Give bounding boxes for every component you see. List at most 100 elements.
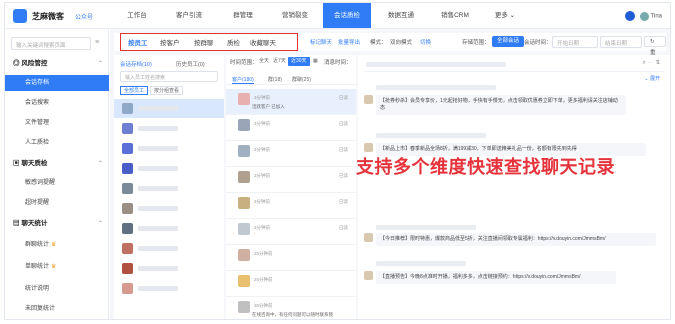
chat-message: 【今日推荐】限时特惠，爆款商品低至5折，关注直播间领取专属福利：https://… (376, 233, 656, 246)
sender-line-blurred (376, 261, 466, 266)
sidebar-item-label: 单聊统计 (25, 264, 50, 270)
staff-panel: 会话存档(10) 历史员工(0) 输入员工姓名搜索 全部员工 按分组查看 (114, 55, 224, 319)
batch-export-link[interactable]: 批量导出 (338, 38, 360, 46)
date-range-start[interactable]: 开始日期 (552, 36, 598, 48)
sidebar-item-chat-search[interactable]: 会话搜索 (5, 95, 109, 111)
avatar (122, 163, 133, 174)
avatar (238, 249, 250, 261)
staff-row[interactable] (114, 119, 224, 138)
staff-row[interactable] (114, 159, 224, 178)
staff-name-blurred (138, 166, 178, 171)
sidebar-group-risk-control[interactable]: ◎ 风险管控 ⌃ (5, 57, 109, 71)
customer-row[interactable]: 25分钟前 (226, 271, 356, 297)
collapse-sidebar-icon[interactable]: ≡ (95, 39, 99, 46)
customer-time: 25分钟前 (254, 251, 273, 256)
staff-row[interactable] (114, 139, 224, 158)
avatar (238, 145, 250, 157)
tab-inspection[interactable]: 质检 (227, 37, 240, 47)
nav-item-data-sync[interactable]: 数据互通 (377, 3, 425, 28)
tab-by-customer[interactable]: 按客户 (160, 37, 180, 47)
staff-tab-history[interactable]: 历史员工(0) (176, 60, 205, 68)
customer-row[interactable]: 25分钟前 在线咨询中，有任何问题可以随时联系我 (226, 297, 356, 319)
tab-customers[interactable]: 客户(180) (232, 76, 254, 84)
brand-subtitle[interactable]: 公众号 (75, 12, 93, 21)
mode-value: 双向模式 (390, 40, 413, 46)
sidebar-item-private-chat-stats[interactable]: 单聊统计 ♛ (5, 259, 109, 275)
customer-row[interactable]: 3分钟前 已读 (226, 167, 356, 193)
staff-row[interactable] (114, 179, 224, 198)
customer-time: 3分钟前 (254, 173, 271, 178)
chip-by-group[interactable]: 按分组查看 (150, 86, 184, 95)
nav-item-marketing[interactable]: 营销裂变 (271, 3, 319, 28)
customer-time: 3分钟前 (254, 199, 271, 204)
staff-name-blurred (138, 246, 178, 251)
user-menu[interactable]: Tina (625, 11, 662, 21)
avatar (238, 93, 250, 105)
reset-button[interactable]: ↻重置 (644, 36, 666, 67)
staff-search-input[interactable]: 输入员工姓名搜索 (120, 71, 218, 82)
sidebar-item-label: 群聊统计 (25, 242, 50, 248)
staff-row[interactable] (114, 279, 224, 298)
avatar (122, 243, 133, 254)
chat-title-blurred (366, 62, 506, 67)
sidebar-group-label: 风险管控 (21, 60, 48, 67)
sender-line-blurred (376, 225, 476, 230)
user-name: Tina (650, 13, 662, 20)
tab-by-group-chat[interactable]: 按群聊 (194, 37, 214, 47)
sidebar-item-stats-description[interactable]: 统计说明 (5, 281, 109, 297)
nav-item-chat-inspection[interactable]: 会话质检 (323, 3, 371, 28)
sidebar-group-chat-statistics[interactable]: ▤ 聊天统计 ⌃ (5, 217, 109, 231)
customer-row[interactable]: 3分钟前 已读 (226, 141, 356, 167)
nav-item-customer-acquisition[interactable]: 客户引流 (165, 3, 213, 28)
time-range-label: 时间范围： (230, 60, 258, 66)
date-range-end[interactable]: 结束日期 (600, 36, 642, 48)
mark-chat-link[interactable]: 标记聊天 (310, 38, 332, 46)
avatar (238, 275, 250, 287)
tab-groups[interactable]: 群(18) (268, 76, 282, 83)
customer-row[interactable]: 3分钟前 已读 (226, 219, 356, 245)
mode-switch-link[interactable]: 切换 (420, 38, 431, 46)
sidebar-group-chat-inspection[interactable]: ▣ 聊天质检 ⌃ (5, 157, 109, 171)
staff-row[interactable] (114, 219, 224, 238)
staff-tab-archive[interactable]: 会话存档(10) (120, 60, 152, 68)
staff-row[interactable] (114, 199, 224, 218)
sidebar-item-manual-inspection[interactable]: 人工质检 (5, 135, 109, 151)
customer-row[interactable]: 3分钟前 已读 (226, 193, 356, 219)
chat-toolbar-icons[interactable]: ⌕ ⋯ ⇅ (643, 60, 661, 67)
customer-row[interactable]: 3分钟前 已读 活跃客户 已加入 (226, 89, 356, 115)
sidebar-item-sensitive-word-alert[interactable]: 敏感词提醒 (5, 175, 109, 191)
tab-group-chats[interactable]: 群聊(25) (292, 76, 311, 83)
time-option-30-days[interactable]: 近30天 (288, 57, 310, 66)
feature-caption: 支持多个维度快速查找聊天记录 (356, 157, 615, 177)
nav-item-group-management[interactable]: 群管理 (223, 3, 263, 28)
sidebar-search-input[interactable]: 输入关键词搜索页面 (11, 37, 91, 50)
sender-line-blurred (376, 133, 486, 138)
customer-row[interactable]: 3分钟前 已读 (226, 115, 356, 141)
staff-row[interactable] (114, 259, 224, 278)
customer-row[interactable]: 25分钟前 (226, 245, 356, 271)
storage-range-select[interactable]: 全部会话 (492, 36, 525, 47)
nav-item-more[interactable]: 更多 ⌄ (485, 3, 525, 28)
staff-name-blurred (138, 226, 178, 231)
sidebar-item-chat-archive[interactable]: 会话存档 (5, 75, 109, 91)
customer-status: 已读 (339, 225, 348, 230)
time-option-7-days[interactable]: 近7天 (270, 57, 289, 66)
expand-link[interactable]: ⌄ 展开 (644, 75, 660, 82)
sidebar-item-timeout-alert[interactable]: 超时提醒 (5, 195, 109, 211)
staff-row[interactable] (114, 239, 224, 258)
enterprise-badge-icon (625, 11, 636, 21)
calendar-icon[interactable]: ▦ (310, 57, 321, 66)
chat-time-label: 会话时间： (524, 40, 552, 46)
main-content: 按员工 按客户 按群聊 质检 收藏聊天 标记聊天 批量导出 模式： 双向模式 切… (110, 29, 670, 319)
chip-all-staff[interactable]: 全部员工 (120, 86, 149, 95)
sidebar-item-file-management[interactable]: 文件管理 (5, 115, 109, 131)
sidebar-item-unreplied-stats[interactable]: 未回复统计 (5, 301, 109, 317)
sidebar-item-group-chat-stats[interactable]: 群聊统计 ♛ (5, 237, 109, 253)
nav-item-workbench[interactable]: 工作台 (117, 3, 157, 28)
app-window: 芝麻微客 公众号 工作台 客户引流 群管理 营销裂变 会话质检 数据互通 销售C… (4, 2, 671, 320)
tab-by-staff[interactable]: 按员工 (128, 37, 148, 47)
nav-item-sales-crm[interactable]: 销售CRM (431, 3, 479, 28)
tab-favorite-chats[interactable]: 收藏聊天 (250, 37, 276, 47)
refresh-icon: ↻ (650, 39, 655, 45)
staff-row[interactable] (114, 99, 224, 118)
